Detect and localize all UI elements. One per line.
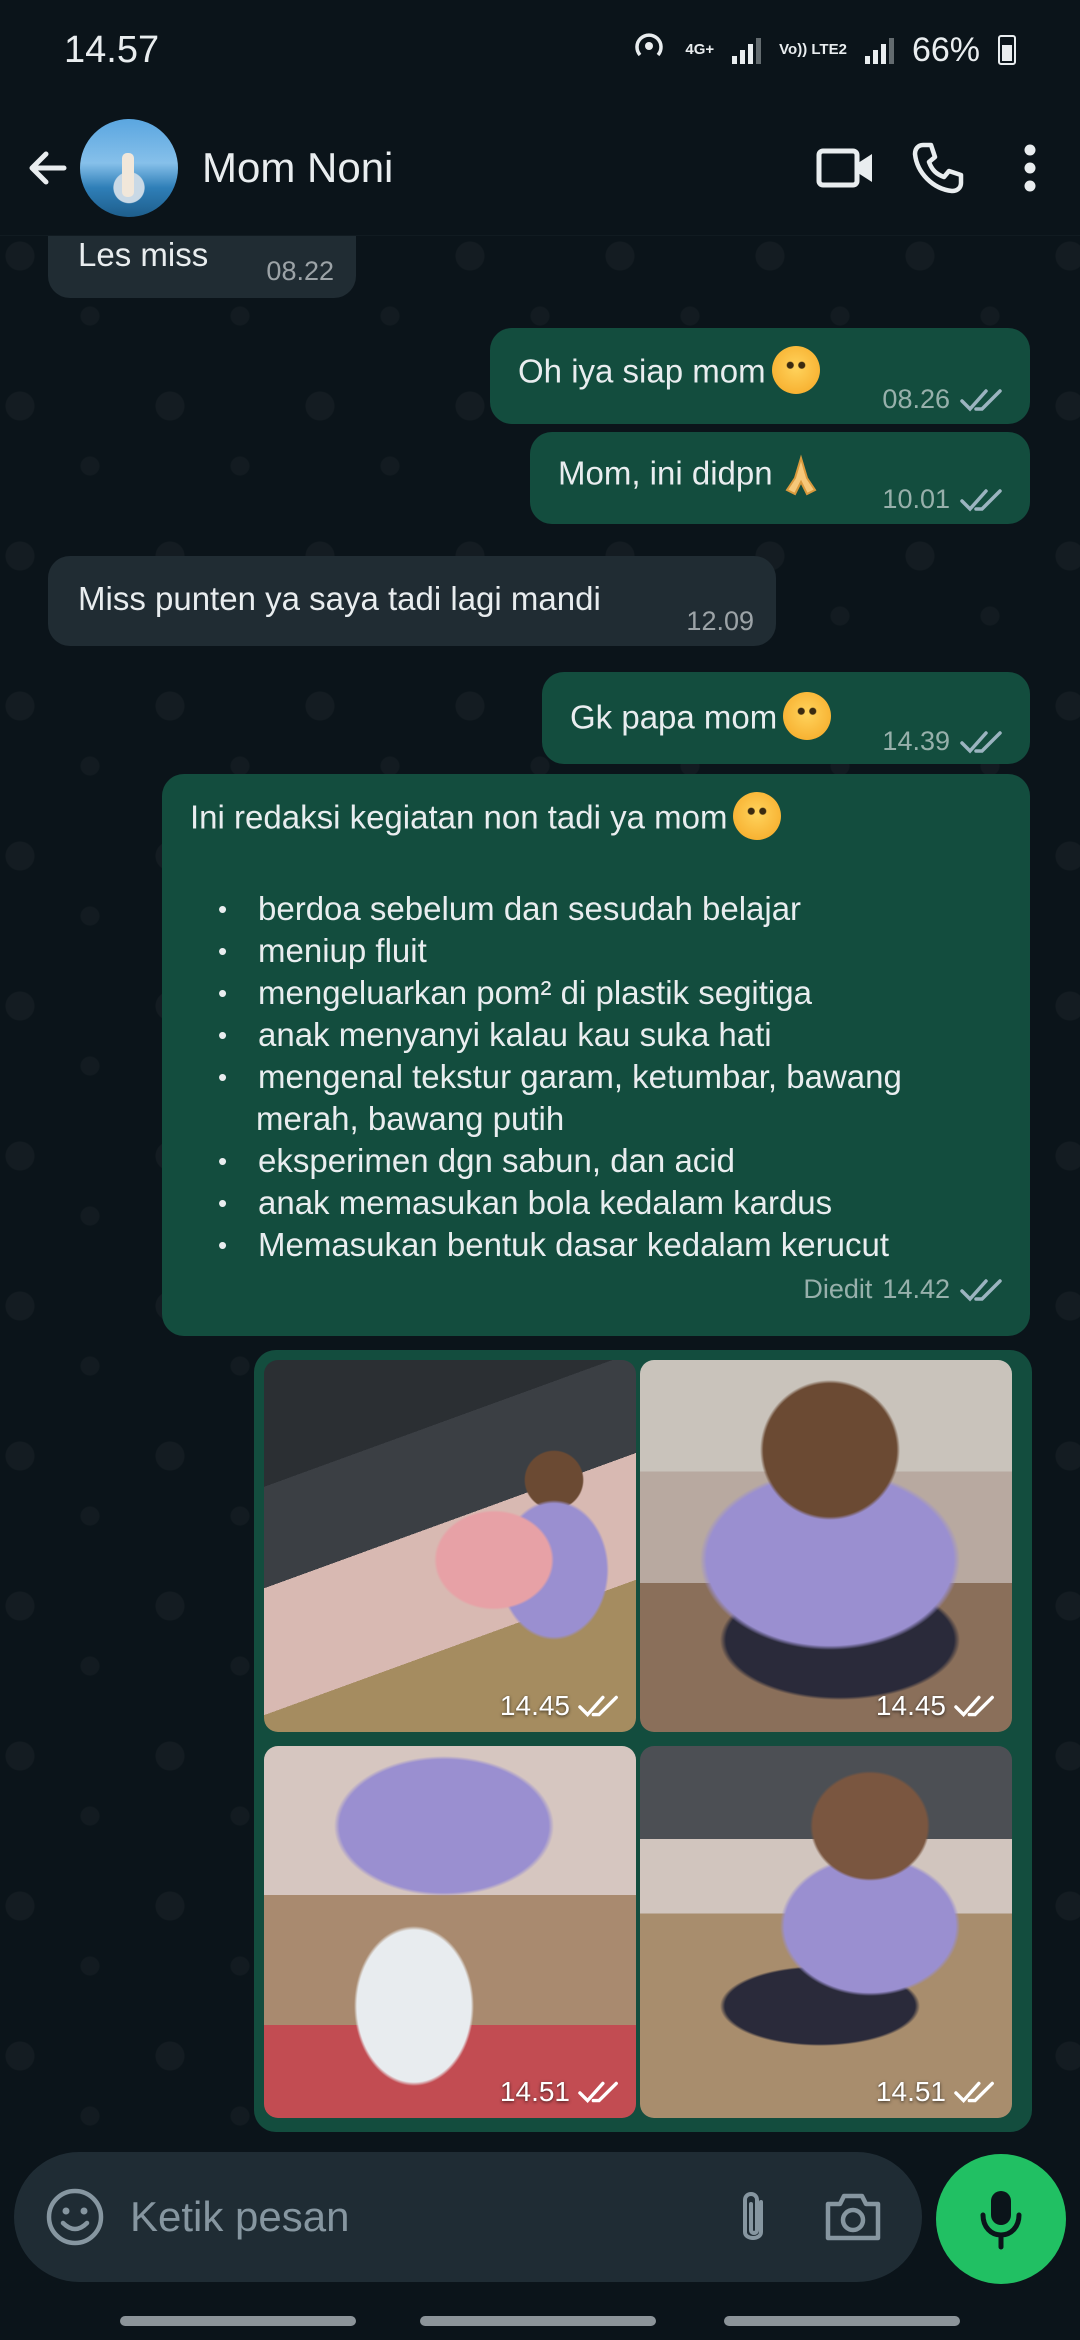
activity-list: berdoa sebelum dan sesudah belajar meniu… bbox=[218, 888, 902, 1266]
avatar[interactable] bbox=[80, 118, 178, 217]
list-item: mengenal tekstur garam, ketumbar, bawang bbox=[218, 1056, 902, 1098]
more-options-icon[interactable] bbox=[1000, 138, 1060, 198]
photo-meta: 14.51 bbox=[500, 2076, 622, 2108]
message-text: Ini redaksi kegiatan non tadi ya mom bbox=[190, 792, 782, 844]
list-item: eksperimen dgn sabun, dan acid bbox=[218, 1140, 902, 1182]
message-time: 14.42 bbox=[882, 1274, 950, 1304]
message-meta: Diedit 14.42 bbox=[803, 1274, 1006, 1305]
list-item-continuation: merah, bawang putih bbox=[256, 1100, 565, 1137]
chat-area[interactable]: Les miss 08.22 Oh iya siap mom 08.26 Mom… bbox=[0, 236, 1080, 2142]
incoming-message[interactable]: Les miss 08.22 bbox=[48, 236, 356, 298]
message-text: Les miss bbox=[78, 236, 209, 273]
message-meta: 14.39 bbox=[882, 726, 1006, 757]
battery-percent: 66% bbox=[911, 30, 980, 69]
photo-time: 14.45 bbox=[499, 1690, 570, 1721]
hotspot-icon bbox=[631, 28, 667, 73]
photo-meta: 14.45 bbox=[876, 1690, 998, 1722]
photo-meta: 14.51 bbox=[876, 2076, 998, 2108]
hugging-face-emoji bbox=[733, 792, 782, 840]
list-item: mengeluarkan pom² di plastik segitiga bbox=[218, 972, 902, 1014]
status-time: 14.57 bbox=[64, 28, 160, 71]
nav-back-handle[interactable] bbox=[724, 2316, 960, 2326]
photo-thumbnail[interactable]: 14.51 bbox=[264, 1746, 636, 2118]
media-album[interactable]: 14.45 14.45 14.51 14.51 bbox=[254, 1350, 1032, 2132]
list-item: meniup fluit bbox=[218, 930, 902, 972]
list-item: anak memasukan bola kedalam kardus bbox=[218, 1182, 902, 1224]
camera-icon[interactable] bbox=[820, 2184, 886, 2250]
contact-name[interactable]: Mom Noni bbox=[202, 144, 816, 192]
volte-label: Vo)) LTE2 bbox=[779, 41, 847, 58]
message-text-content: Mom, ini didpn bbox=[558, 454, 773, 492]
network-type: 4G+ bbox=[685, 41, 715, 58]
double-check-icon bbox=[960, 730, 1002, 754]
message-time: 10.01 bbox=[882, 484, 950, 514]
nav-home-handle[interactable] bbox=[420, 2316, 656, 2326]
double-check-icon bbox=[960, 488, 1002, 512]
hugging-face-emoji bbox=[783, 692, 832, 740]
back-arrow-icon[interactable] bbox=[18, 138, 78, 198]
message-text-content: Oh iya siap mom bbox=[518, 352, 766, 390]
message-meta: 08.22 bbox=[266, 256, 334, 287]
message-time: 14.39 bbox=[882, 726, 950, 756]
message-text: Gk papa mom bbox=[570, 692, 832, 744]
double-check-icon bbox=[960, 388, 1002, 412]
photo-meta: 14.45 bbox=[500, 1690, 622, 1722]
message-text-content: Ini redaksi kegiatan non tadi ya mom bbox=[190, 798, 728, 836]
double-check-icon bbox=[954, 1695, 994, 1718]
double-check-icon bbox=[954, 2081, 994, 2104]
list-item: berdoa sebelum dan sesudah belajar bbox=[218, 888, 902, 930]
incoming-message[interactable]: Miss punten ya saya tadi lagi mandi 12.0… bbox=[48, 556, 776, 646]
message-text: Oh iya siap mom bbox=[518, 346, 820, 398]
status-bar: 14.57 4G+ Vo)) LTE2 66% bbox=[0, 0, 1080, 100]
double-check-icon bbox=[578, 2081, 618, 2104]
message-text: Mom, ini didpn bbox=[558, 454, 821, 498]
message-composer bbox=[14, 2152, 922, 2282]
message-meta: 08.26 bbox=[882, 384, 1006, 415]
message-input[interactable] bbox=[130, 2193, 718, 2241]
message-time: 12.09 bbox=[686, 606, 754, 636]
nav-recent-handle[interactable] bbox=[120, 2316, 356, 2326]
photo-time: 14.51 bbox=[499, 2076, 570, 2107]
signal-2-icon bbox=[864, 36, 894, 64]
outgoing-message[interactable]: Oh iya siap mom 08.26 bbox=[490, 328, 1030, 424]
message-time: 08.22 bbox=[266, 256, 334, 286]
message-time: 08.26 bbox=[882, 384, 950, 414]
message-text: Miss punten ya saya tadi lagi mandi bbox=[78, 580, 601, 617]
voice-call-icon[interactable] bbox=[908, 138, 968, 198]
signal-icon bbox=[732, 36, 762, 64]
mic-icon[interactable] bbox=[936, 2154, 1066, 2284]
system-nav-bar bbox=[0, 2298, 1080, 2340]
photo-thumbnail[interactable]: 14.51 bbox=[640, 1746, 1012, 2118]
outgoing-message[interactable]: Gk papa mom 14.39 bbox=[542, 672, 1030, 764]
folded-hands-emoji bbox=[785, 454, 817, 496]
list-item: Memasukan bentuk dasar kedalam kerucut bbox=[218, 1224, 902, 1266]
battery-icon bbox=[998, 35, 1016, 65]
video-call-icon[interactable] bbox=[816, 138, 876, 198]
photo-time: 14.45 bbox=[875, 1690, 946, 1721]
hugging-face-emoji bbox=[771, 346, 820, 394]
status-icons: 4G+ Vo)) LTE2 66% bbox=[631, 28, 1016, 73]
double-check-icon bbox=[960, 1278, 1002, 1302]
attach-icon[interactable] bbox=[718, 2184, 784, 2250]
photo-time: 14.51 bbox=[875, 2076, 946, 2107]
double-check-icon bbox=[578, 1695, 618, 1718]
list-item: anak menyanyi kalau kau suka hati bbox=[218, 1014, 902, 1056]
emoji-icon[interactable] bbox=[42, 2184, 108, 2250]
message-text-content: Gk papa mom bbox=[570, 698, 778, 736]
outgoing-message[interactable]: Mom, ini didpn 10.01 bbox=[530, 432, 1030, 524]
photo-thumbnail[interactable]: 14.45 bbox=[640, 1360, 1012, 1732]
outgoing-message[interactable]: Ini redaksi kegiatan non tadi ya mom ber… bbox=[162, 774, 1030, 1336]
edited-label: Diedit bbox=[803, 1274, 873, 1304]
message-meta: 10.01 bbox=[882, 484, 1006, 515]
photo-thumbnail[interactable]: 14.45 bbox=[264, 1360, 636, 1732]
message-meta: 12.09 bbox=[686, 606, 754, 637]
chat-header: Mom Noni bbox=[0, 100, 1080, 236]
